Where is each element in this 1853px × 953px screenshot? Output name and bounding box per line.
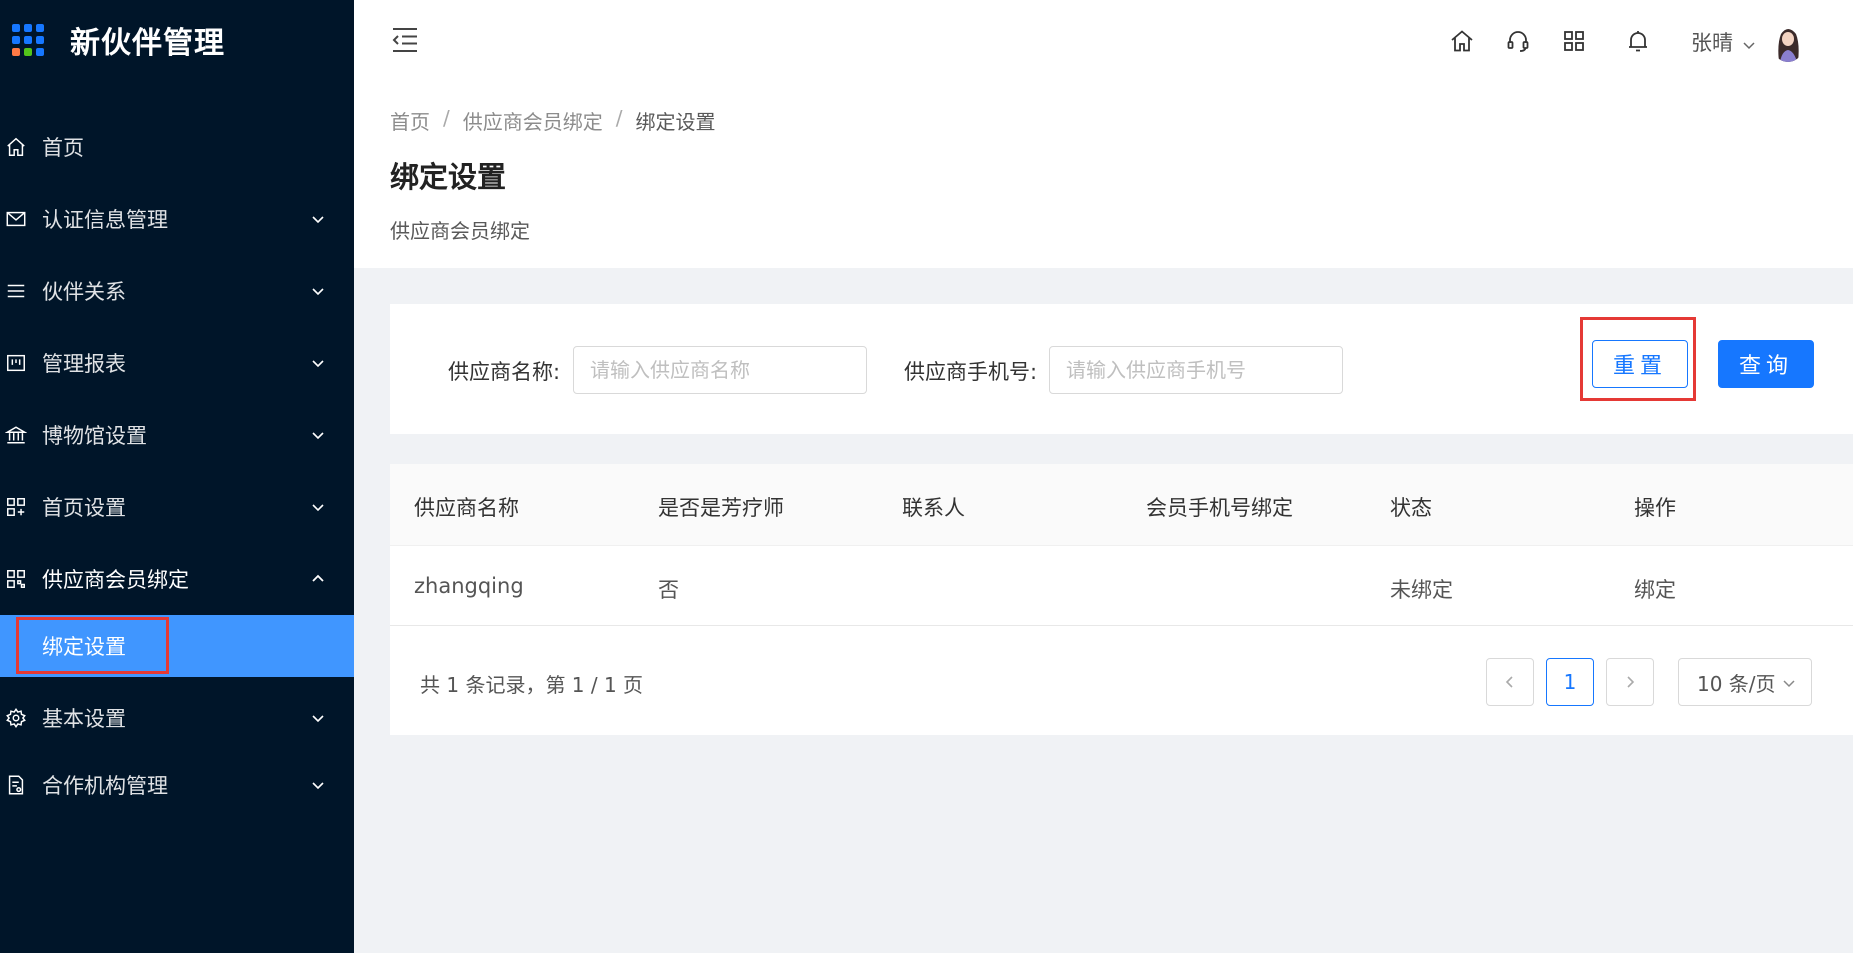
chevron-down-icon	[1783, 680, 1795, 688]
list-icon	[5, 280, 27, 302]
qrcode-icon	[5, 568, 27, 590]
sidebar-item-label: 认证信息管理	[42, 208, 168, 232]
sidebar-item-museum[interactable]: 博物馆设置	[0, 399, 354, 471]
query-button[interactable]: 查询	[1718, 340, 1814, 388]
breadcrumb-item-current: 绑定设置	[635, 110, 716, 134]
menu-fold-icon[interactable]	[390, 25, 420, 55]
sidebar-item-supplier-binding[interactable]: 供应商会员绑定	[0, 543, 354, 615]
chevron-down-icon	[310, 427, 326, 443]
table-header: 供应商名称 是否是芳疗师 联系人 会员手机号绑定 状态 操作	[390, 464, 1853, 546]
column-header: 联系人	[902, 496, 965, 520]
chevron-down-icon	[310, 283, 326, 299]
sidebar-item-label: 管理报表	[42, 352, 126, 376]
sidebar-item-home[interactable]: 首页	[0, 111, 354, 183]
cell-status: 未绑定	[1390, 578, 1453, 602]
supplier-phone-input[interactable]	[1049, 346, 1343, 394]
sidebar-item-certification[interactable]: 认证信息管理	[0, 183, 354, 255]
chevron-down-icon	[310, 355, 326, 371]
sidebar-item-home-settings[interactable]: 首页设置	[0, 471, 354, 543]
highlight-box	[16, 617, 169, 674]
sidebar-item-partners[interactable]: 伙伴关系	[0, 255, 354, 327]
home-icon[interactable]	[1448, 27, 1476, 55]
column-header: 会员手机号绑定	[1146, 496, 1293, 520]
column-header: 供应商名称	[414, 496, 519, 520]
chevron-down-icon	[310, 211, 326, 227]
page-number-button[interactable]: 1	[1546, 658, 1594, 706]
chevron-up-icon	[310, 571, 326, 587]
chevron-down-icon	[310, 499, 326, 515]
supplier-name-label: 供应商名称:	[448, 360, 561, 384]
search-form: 供应商名称: 供应商手机号: 重置 查询	[390, 304, 1853, 434]
user-menu[interactable]: 张晴	[1691, 18, 1805, 66]
file-icon	[5, 774, 27, 796]
breadcrumb-item-home[interactable]: 首页	[390, 106, 430, 135]
reset-button[interactable]: 重置	[1592, 340, 1688, 388]
gear-icon	[5, 707, 27, 729]
apps-icon[interactable]	[1560, 27, 1588, 55]
sidebar-item-label: 供应商会员绑定	[42, 568, 189, 592]
column-header: 操作	[1634, 496, 1676, 520]
app-logo[interactable]: 新伙伴管理	[12, 18, 225, 62]
sidebar-item-label: 博物馆设置	[42, 424, 147, 448]
top-header: 张晴	[354, 0, 1853, 86]
page-title: 绑定设置	[390, 160, 507, 194]
results-table: 供应商名称 是否是芳疗师 联系人 会员手机号绑定 状态 操作 zhangqing…	[390, 464, 1853, 735]
avatar	[1771, 22, 1805, 62]
chevron-right-icon	[1627, 676, 1635, 688]
sidebar-item-label: 伙伴关系	[42, 280, 126, 304]
sidebar-item-label: 首页设置	[42, 496, 126, 520]
page-header: 首页 / 供应商会员绑定 / 绑定设置 绑定设置 供应商会员绑定	[354, 86, 1853, 268]
chevron-down-icon	[1741, 34, 1757, 50]
sidebar-item-label: 合作机构管理	[42, 774, 168, 798]
home-icon	[5, 136, 27, 158]
column-header: 状态	[1390, 496, 1432, 520]
sidebar: 新伙伴管理 首页 认证信息管理 伙伴关系 管理报表 博物馆设置 首页设置 供应商…	[0, 0, 354, 953]
table-row: zhangqing 否 未绑定 绑定	[390, 546, 1853, 626]
cell-supplier-name: zhangqing	[414, 574, 524, 598]
next-page-button[interactable]	[1606, 658, 1654, 706]
column-header: 是否是芳疗师	[658, 496, 784, 520]
prev-page-button[interactable]	[1486, 658, 1534, 706]
bind-link[interactable]: 绑定	[1634, 574, 1676, 604]
supplier-phone-label: 供应商手机号:	[904, 360, 1038, 384]
breadcrumb-item-supplier-binding[interactable]: 供应商会员绑定	[463, 106, 603, 135]
sidebar-item-label: 首页	[42, 136, 84, 160]
chevron-down-icon	[310, 710, 326, 726]
submenu-spacer	[0, 677, 354, 687]
apps-grid-icon	[12, 24, 44, 56]
bank-icon	[5, 424, 27, 446]
sidebar-subitem-binding-settings[interactable]: 绑定设置	[0, 615, 354, 677]
headset-icon[interactable]	[1504, 27, 1532, 55]
report-icon	[5, 352, 27, 374]
user-name: 张晴	[1691, 31, 1733, 55]
sidebar-item-basic-settings[interactable]: 基本设置	[0, 687, 354, 749]
page-size-select[interactable]: 10 条/页	[1678, 658, 1812, 706]
app-title: 新伙伴管理	[70, 26, 225, 61]
breadcrumb-separator: /	[615, 106, 623, 130]
cell-is-therapist: 否	[658, 578, 679, 602]
sidebar-menu: 首页 认证信息管理 伙伴关系 管理报表 博物馆设置 首页设置 供应商会员绑定 绑…	[0, 111, 354, 821]
breadcrumb-separator: /	[443, 106, 450, 130]
chevron-left-icon	[1505, 676, 1513, 688]
sidebar-item-label: 基本设置	[42, 707, 126, 731]
sidebar-item-reports[interactable]: 管理报表	[0, 327, 354, 399]
chevron-down-icon	[310, 777, 326, 793]
mail-icon	[5, 208, 27, 230]
appstore-icon	[5, 496, 27, 518]
sidebar-item-partner-orgs[interactable]: 合作机构管理	[0, 749, 354, 821]
supplier-name-input[interactable]	[573, 346, 867, 394]
bell-icon[interactable]	[1624, 27, 1652, 55]
pagination-summary: 共 1 条记录，第 1 / 1 页	[420, 673, 644, 697]
page-description: 供应商会员绑定	[390, 219, 530, 243]
breadcrumb: 首页 / 供应商会员绑定 / 绑定设置	[390, 106, 716, 135]
page-size-value: 10 条/页	[1697, 671, 1776, 696]
